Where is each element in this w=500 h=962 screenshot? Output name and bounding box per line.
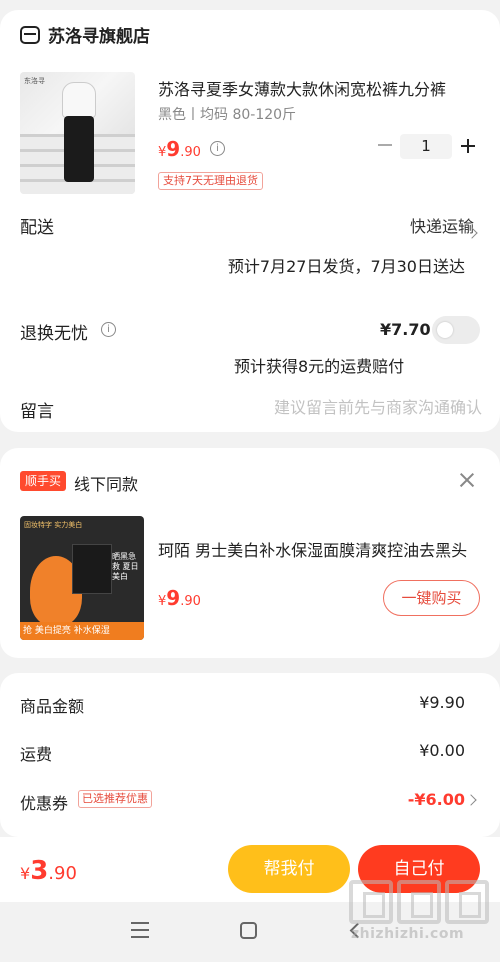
return-insurance-label: 退换无忧 xyxy=(20,324,88,344)
coupon-value[interactable]: -¥6.00 xyxy=(408,790,465,809)
promo-image-band: 抢 美白提亮 补水保湿 xyxy=(20,622,144,640)
price-decimal: .90 xyxy=(48,863,77,884)
message-label: 留言 xyxy=(20,402,54,422)
price-decimal: .90 xyxy=(180,594,201,609)
menu-icon[interactable] xyxy=(131,922,149,938)
return-insurance-note: 预计获得8元的运费赔付 xyxy=(234,357,405,376)
price-info-icon[interactable]: i xyxy=(210,141,225,156)
watermark-glyph xyxy=(445,880,489,924)
return-insurance-price: ¥7.70 xyxy=(380,320,431,339)
price-decimal: .90 xyxy=(180,145,201,160)
quantity-input[interactable]: 1 xyxy=(400,134,452,159)
promo-product-image[interactable]: 固妆特字 实力美白 晒黑急救 夏日美白 抢 美白提亮 补水保湿 xyxy=(20,516,144,640)
product-image-top xyxy=(62,82,96,118)
return-insurance-toggle[interactable] xyxy=(432,316,480,344)
shipping-fee-label: 运费 xyxy=(20,745,53,764)
store-icon xyxy=(20,25,40,44)
quantity-decrease-button[interactable] xyxy=(378,144,392,146)
promo-image-box xyxy=(72,544,112,594)
product-image-pants xyxy=(64,116,94,182)
total-price: ¥ 3 .90 xyxy=(20,856,77,886)
promo-badge: 顺手买 xyxy=(20,471,67,491)
promo-image-side-text: 晒黑急救 夏日美白 xyxy=(112,552,139,581)
promo-price: ¥ 9 .90 xyxy=(158,586,201,610)
price-symbol: ¥ xyxy=(20,864,31,883)
watermark-glyph xyxy=(349,880,393,924)
shipping-label: 配送 xyxy=(20,218,54,238)
promo-product-name[interactable]: 珂陌 男士美白补水保湿面膜清爽控油去黑头 xyxy=(158,537,478,561)
price-symbol: ¥ xyxy=(158,145,167,160)
watermark-logo: zhizhizhi.com xyxy=(349,880,494,944)
message-input[interactable] xyxy=(240,398,482,417)
price-integer: 9 xyxy=(166,586,181,610)
product-image[interactable]: 东洛寻 xyxy=(20,72,135,194)
help-pay-button[interactable]: 帮我付 xyxy=(228,845,350,893)
home-icon[interactable] xyxy=(240,922,257,939)
product-spec[interactable]: 黑色丨均码 80-120斤 xyxy=(158,104,296,124)
quantity-increase-button[interactable] xyxy=(461,139,475,153)
promo-image-top-text: 固妆特字 实力美白 xyxy=(24,521,83,529)
shipping-fee-value: ¥0.00 xyxy=(419,741,465,760)
return-insurance-info-icon[interactable]: i xyxy=(101,322,116,337)
coupon-label: 优惠券 xyxy=(20,794,69,813)
promo-title: 线下同款 xyxy=(74,475,139,494)
watermark-text: zhizhizhi.com xyxy=(351,926,465,942)
shipping-method[interactable]: 快递运输 xyxy=(410,213,474,237)
coupon-badge: 已选推荐优惠 xyxy=(78,790,152,808)
goods-amount-label: 商品金额 xyxy=(20,697,85,716)
product-title[interactable]: 苏洛寻夏季女薄款大款休闲宽松裤九分裤 xyxy=(158,76,478,100)
watermark-glyph xyxy=(397,880,441,924)
watermark-glyphs xyxy=(349,880,489,924)
price-integer: 9 xyxy=(166,137,181,161)
product-image-mark: 东洛寻 xyxy=(24,77,45,85)
store-header[interactable]: 苏洛寻旗舰店 xyxy=(20,22,150,47)
store-name[interactable]: 苏洛寻旗舰店 xyxy=(48,22,150,47)
shipping-eta: 预计7月27日发货，7月30日送达 xyxy=(227,257,465,276)
one-click-buy-button[interactable]: 一键购买 xyxy=(383,580,480,616)
price-symbol: ¥ xyxy=(158,594,167,609)
product-price: ¥ 9 .90 xyxy=(158,137,201,161)
close-icon[interactable] xyxy=(459,472,475,488)
return-policy-badge: 支持7天无理由退货 xyxy=(158,172,263,190)
price-integer: 3 xyxy=(30,856,49,886)
goods-amount-value: ¥9.90 xyxy=(419,693,465,712)
